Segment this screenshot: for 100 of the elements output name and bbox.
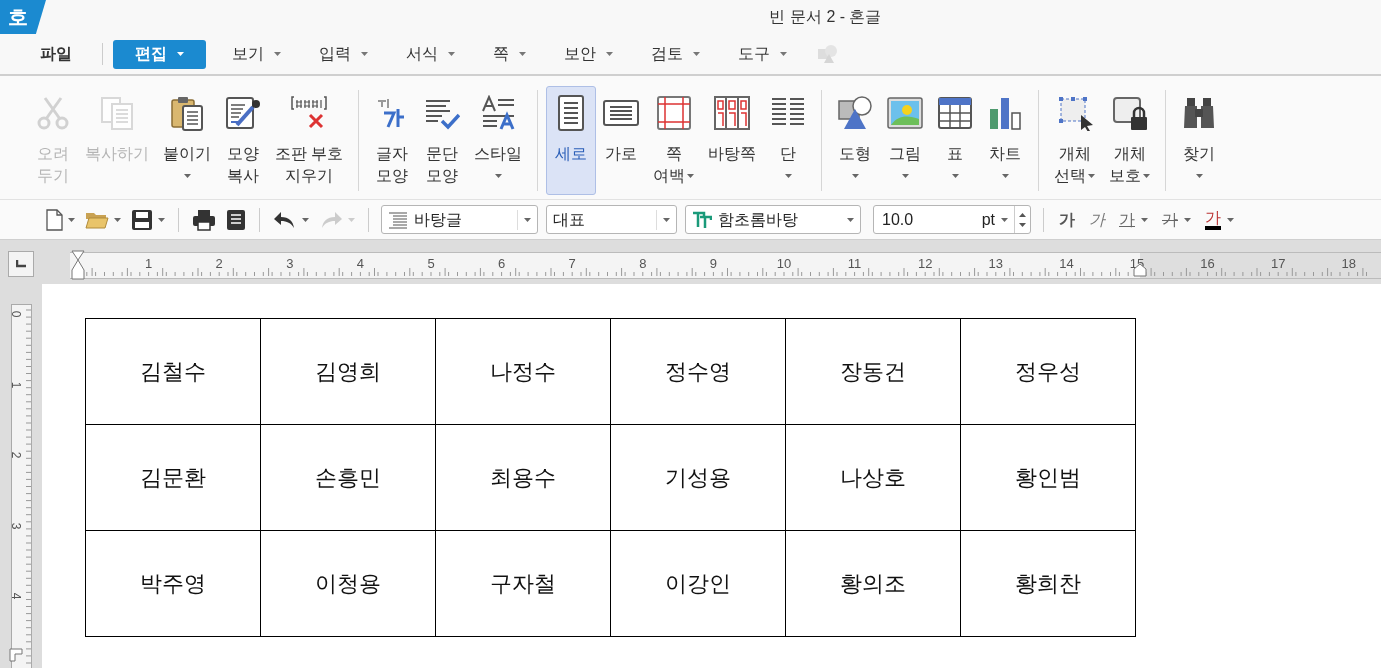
ruler-number: 11 (847, 255, 862, 273)
scissors-icon (35, 95, 71, 131)
shapes-icon (837, 95, 874, 131)
menu-tab[interactable]: 서식 (394, 39, 467, 69)
blank-page-icon (45, 208, 63, 231)
table-icon (937, 95, 974, 131)
font-icon (692, 210, 712, 229)
ruler-number: 2 (215, 255, 223, 273)
caret-icon (847, 217, 854, 222)
menu-tab[interactable]: 검토 (639, 39, 712, 69)
font-dropdown[interactable]: 함초롬바탕 (685, 205, 861, 234)
ruler-number: 14 (1059, 255, 1074, 273)
menu-tab[interactable]: 파일 (40, 39, 72, 69)
window-title: 빈 문서 2 - 혼글 (769, 7, 882, 27)
ruler-number: 9 (709, 255, 717, 273)
menu-tab[interactable]: 보기 (220, 39, 293, 69)
caret-icon (348, 217, 355, 222)
table-cell: 김철수 (85, 318, 261, 425)
tab-selector[interactable] (8, 251, 34, 277)
table-cell: 황희찬 (960, 530, 1136, 637)
table-cell: 이강인 (610, 530, 786, 637)
ribbon-button[interactable]: 가로 (596, 86, 647, 195)
style-dropdown[interactable]: 바탕글 (381, 205, 538, 234)
table-cell: 황인범 (960, 424, 1136, 531)
undo-icon (273, 210, 297, 229)
spin-down-icon[interactable] (1019, 222, 1026, 227)
ribbon-button[interactable]: 붙이기 (156, 86, 218, 195)
ribbon-button[interactable]: 바탕쪽 (701, 86, 764, 195)
lock-icon (1111, 95, 1148, 131)
ribbon-button[interactable]: 스타일 (467, 86, 530, 195)
bold-button[interactable]: 가 (1059, 205, 1075, 234)
italic-button[interactable]: 가 (1089, 205, 1105, 234)
font-size-field[interactable]: 10.0 pt (873, 205, 1031, 234)
ruler-number: 12 (917, 255, 933, 273)
style-lines-icon (480, 95, 517, 131)
ribbon-button[interactable]: 쪽 여백 (646, 86, 702, 195)
ruler-number: 18 (1341, 255, 1357, 273)
strikethrough-button[interactable]: 가 (1162, 205, 1191, 234)
spin-up-icon[interactable] (1019, 212, 1026, 217)
margin-corner-icon[interactable] (9, 648, 23, 662)
ruler-number: 7 (568, 255, 576, 273)
table-cell: 손흥민 (260, 424, 436, 531)
indent-marker-icon[interactable] (71, 250, 85, 280)
menu-tab[interactable]: 입력 (307, 39, 380, 69)
ribbon-button[interactable]: 표 (930, 86, 981, 195)
redo-icon (319, 210, 343, 229)
ribbon-button[interactable]: 그림 (880, 86, 931, 195)
ribbon-button[interactable]: 도형 (830, 86, 881, 195)
caret-icon (302, 217, 309, 222)
clear-marks-icon (291, 95, 328, 131)
ruler-number: 6 (498, 255, 506, 273)
image-icon (887, 95, 924, 131)
underline-button[interactable]: 가 (1119, 205, 1148, 234)
ribbon-button[interactable]: 개체 선택 (1047, 86, 1103, 195)
ribbon-button[interactable]: 단 (763, 86, 814, 195)
margin-grid-icon (655, 95, 692, 131)
ribbon-button[interactable]: 모양 복사 (218, 86, 268, 195)
table-cell: 장동건 (785, 318, 961, 425)
table-cell: 나상호 (785, 424, 961, 531)
table-cell: 박주영 (85, 530, 261, 637)
printer-icon (192, 208, 216, 231)
text-color-button[interactable]: 가 (1205, 205, 1234, 234)
table-cell: 황의조 (785, 530, 961, 637)
ribbon-button[interactable]: 찾기 (1174, 86, 1225, 195)
ruler-number: 16 (1200, 255, 1215, 273)
ribbon-button[interactable]: 세로 (546, 86, 597, 195)
caret-icon (114, 217, 121, 222)
table-cell: 기성용 (610, 424, 786, 531)
table-cell: 정우성 (960, 318, 1136, 425)
ribbon-button[interactable]: 차트 (980, 86, 1031, 195)
table-cell: 정수영 (610, 318, 786, 425)
master-page-icon (714, 95, 751, 131)
ruler-number: 0 (10, 310, 23, 318)
table-cell: 김문환 (85, 424, 261, 531)
copy-icon (99, 95, 135, 131)
ribbon-button[interactable]: 조판 부호 지우기 (268, 86, 351, 195)
ruler-number: 3 (286, 255, 294, 273)
ruler-number: 2 (10, 451, 23, 459)
menu-tab[interactable]: 보안 (552, 39, 625, 69)
ribbon-button[interactable]: 문단 모양 (417, 86, 468, 195)
bar-chart-icon (987, 95, 1024, 131)
tab-stop-icon (16, 260, 26, 268)
ruler-number: 8 (639, 255, 647, 273)
ribbon-button[interactable]: 글자 모양 (367, 86, 418, 195)
ribbon-button[interactable]: 개체 보호 (1102, 86, 1158, 195)
menu-tab[interactable]: 편집 (113, 39, 206, 69)
caret-icon (158, 217, 165, 222)
menu-tab[interactable]: 도구 (726, 39, 799, 69)
ruler-number: 4 (10, 593, 23, 600)
caret-icon (663, 217, 670, 222)
table-cell: 최용수 (435, 424, 611, 531)
table-cell: 나정수 (435, 318, 611, 425)
numbering-dropdown[interactable]: 대표 (546, 205, 677, 234)
eyedropper-icon (225, 95, 261, 131)
menu-tab[interactable]: 쪽 (481, 39, 538, 69)
ruler-number: 10 (776, 255, 792, 273)
table-cell: 이청용 (260, 530, 436, 637)
ruler-number: 1 (10, 381, 23, 388)
app-logo[interactable]: 호 (0, 0, 46, 34)
ruler-number: 1 (145, 255, 153, 273)
